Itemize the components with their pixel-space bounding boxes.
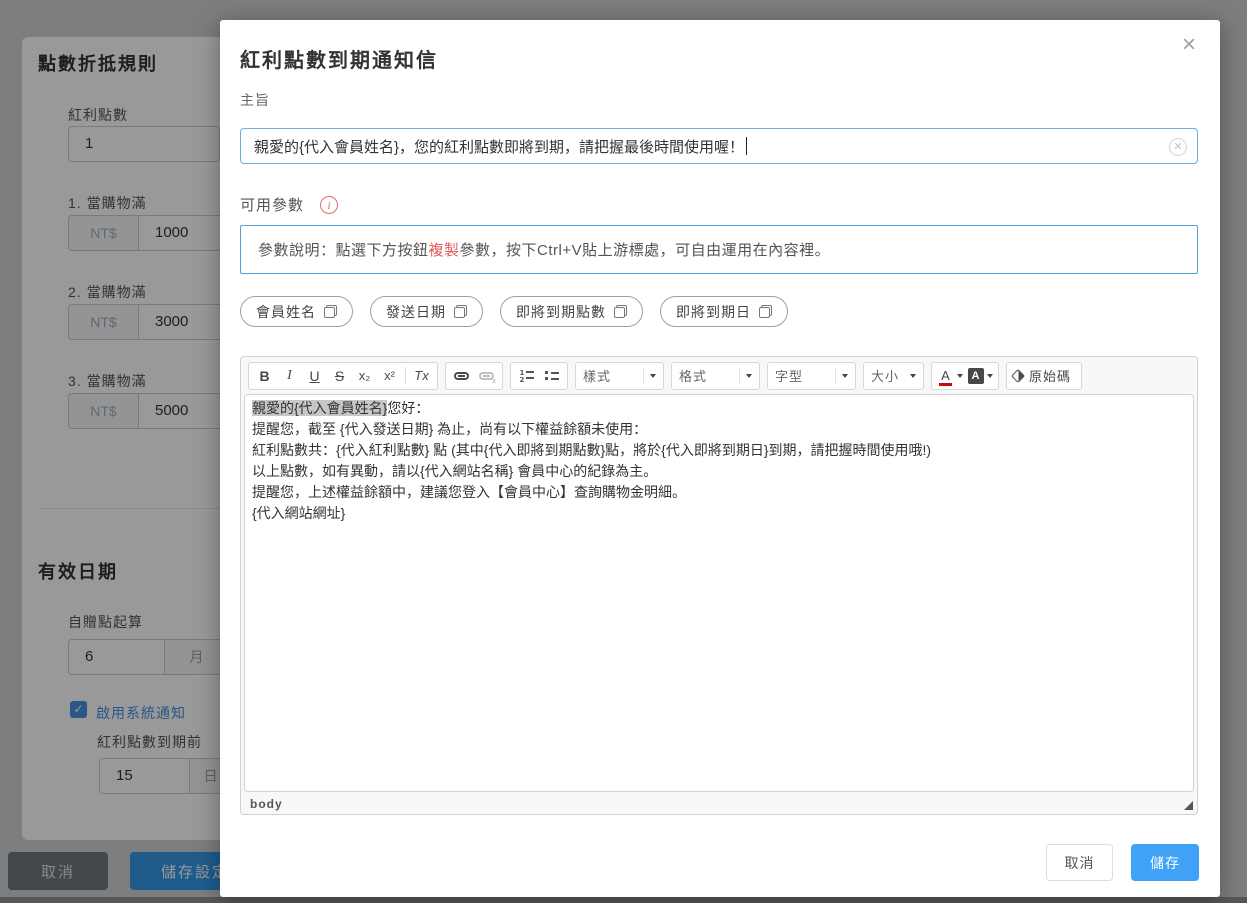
combo-divider [739, 368, 740, 384]
params-help-box: 參數說明：點選下方按鈕複製參數，按下Ctrl+V貼上游標處，可自由運用在內容裡。 [240, 225, 1198, 274]
ordered-list-glyph [519, 369, 535, 382]
param-buttons-row: 會員姓名 發送日期 即將到期點數 即將到期日 [240, 296, 788, 327]
editor-line: 親愛的{代入會員姓名}您好： [252, 398, 1186, 419]
unlink-icon[interactable] [474, 363, 499, 388]
source-button-label: 原始碼 [1025, 366, 1075, 385]
remove-format-button[interactable]: Tx [409, 363, 434, 388]
chevron-down-icon [842, 374, 848, 378]
copy-icon [614, 305, 627, 318]
modal-title: 紅利點數到期通知信 [240, 44, 438, 73]
text-color-button[interactable]: A [935, 363, 965, 388]
format-combo[interactable]: 格式 [671, 362, 760, 390]
selected-text: 親愛的{代入會員姓名} [252, 400, 387, 416]
param-button-label: 會員姓名 [256, 302, 316, 322]
background-color-glyph: A [968, 368, 984, 384]
toolbar-group-lists [510, 362, 568, 390]
numbered-list-icon[interactable] [514, 363, 539, 388]
editor-status-bar: body [241, 793, 1197, 814]
font-combo[interactable]: 字型 [767, 362, 856, 390]
size-combo[interactable]: 大小 [863, 362, 924, 390]
editor-content-area[interactable]: 親愛的{代入會員姓名}您好： 提醒您，截至 {代入發送日期} 為止，尚有以下權益… [244, 394, 1194, 792]
text-caret [746, 137, 747, 155]
styles-combo[interactable]: 樣式 [575, 362, 664, 390]
modal-cancel-button[interactable]: 取消 [1046, 844, 1113, 881]
param-button-expiring-points[interactable]: 即將到期點數 [500, 296, 643, 327]
size-combo-label: 大小 [871, 366, 899, 385]
close-icon[interactable]: × [1176, 32, 1202, 58]
strikethrough-button[interactable]: S [327, 363, 352, 388]
element-path[interactable]: body [250, 797, 283, 811]
chevron-down-icon [957, 374, 963, 378]
bullet-list-icon[interactable] [539, 363, 564, 388]
source-button[interactable]: 原始碼 [1006, 362, 1082, 390]
toolbar-group-basicstyles: B I U S x₂ x² Tx [248, 362, 438, 390]
params-help-text-post: 參數，按下Ctrl+V貼上游標處，可自由運用在內容裡。 [460, 239, 831, 260]
bullet-list-glyph [544, 369, 560, 382]
combo-divider [835, 368, 836, 384]
link-glyph [454, 372, 469, 380]
chevron-down-icon [987, 374, 993, 378]
toolbar-separator [405, 367, 406, 384]
superscript-button[interactable]: x² [377, 363, 402, 388]
editor-line: 以上點數，如有異動，請以{代入網站名稱} 會員中心的紀錄為主。 [252, 461, 1186, 482]
available-params-row: 可用參數 i [240, 194, 338, 215]
rich-text-editor: B I U S x₂ x² Tx 樣式 格式 [240, 356, 1198, 815]
copy-icon [454, 305, 467, 318]
resize-handle-icon[interactable] [1184, 801, 1193, 810]
subscript-button[interactable]: x₂ [352, 363, 377, 388]
editor-line: {代入網站網址} [252, 503, 1186, 524]
copy-icon [324, 305, 337, 318]
subject-label: 主旨 [240, 90, 270, 110]
subject-input[interactable]: 親愛的{代入會員姓名}，您的紅利點數即將到期，請把握最後時間使用喔！ ✕ [240, 128, 1198, 164]
editor-line: 提醒您，截至 {代入發送日期} 為止，尚有以下權益餘額未使用： [252, 419, 1186, 440]
available-params-label: 可用參數 [240, 194, 304, 215]
chevron-down-icon [910, 374, 916, 378]
link-icon[interactable] [449, 363, 474, 388]
editor-line: 提醒您，上述權益餘額中，建議您登入【會員中心】查詢購物金明細。 [252, 482, 1186, 503]
underline-button[interactable]: U [302, 363, 327, 388]
toolbar-group-colors: A A [931, 362, 999, 390]
params-help-text-copy: 複製 [429, 239, 460, 260]
param-button-member-name[interactable]: 會員姓名 [240, 296, 353, 327]
format-combo-label: 格式 [679, 366, 707, 385]
param-button-send-date[interactable]: 發送日期 [370, 296, 483, 327]
editor-line: 紅利點數共：{代入紅利點數} 點 (其中{代入即將到期點數}點，將於{代入即將到… [252, 440, 1186, 461]
source-code-icon [1011, 368, 1025, 382]
styles-combo-label: 樣式 [583, 366, 611, 385]
notification-email-modal: × 紅利點數到期通知信 主旨 親愛的{代入會員姓名}，您的紅利點數即將到期，請把… [220, 20, 1220, 897]
info-icon[interactable]: i [320, 196, 338, 214]
background-color-button[interactable]: A [965, 363, 995, 388]
chevron-down-icon [650, 374, 656, 378]
editor-text: 您好： [387, 400, 429, 416]
params-help-text-pre: 參數說明：點選下方按鈕 [258, 239, 429, 260]
combo-divider [643, 368, 644, 384]
chevron-down-icon [746, 374, 752, 378]
param-button-label: 即將到期點數 [516, 302, 606, 322]
modal-save-button[interactable]: 儲存 [1131, 844, 1199, 881]
copy-icon [759, 305, 772, 318]
italic-button[interactable]: I [277, 363, 302, 388]
font-combo-label: 字型 [775, 366, 803, 385]
param-button-label: 發送日期 [386, 302, 446, 322]
text-color-glyph: A [938, 368, 954, 383]
toolbar-group-links [445, 362, 503, 390]
param-button-label: 即將到期日 [676, 302, 751, 322]
unlink-glyph [479, 372, 494, 380]
subject-input-value: 親愛的{代入會員姓名}，您的紅利點數即將到期，請把握最後時間使用喔！ [254, 136, 744, 157]
param-button-expiry-date[interactable]: 即將到期日 [660, 296, 788, 327]
clear-input-icon[interactable]: ✕ [1169, 138, 1187, 156]
editor-toolbar: B I U S x₂ x² Tx 樣式 格式 [241, 357, 1197, 394]
bold-button[interactable]: B [252, 363, 277, 388]
